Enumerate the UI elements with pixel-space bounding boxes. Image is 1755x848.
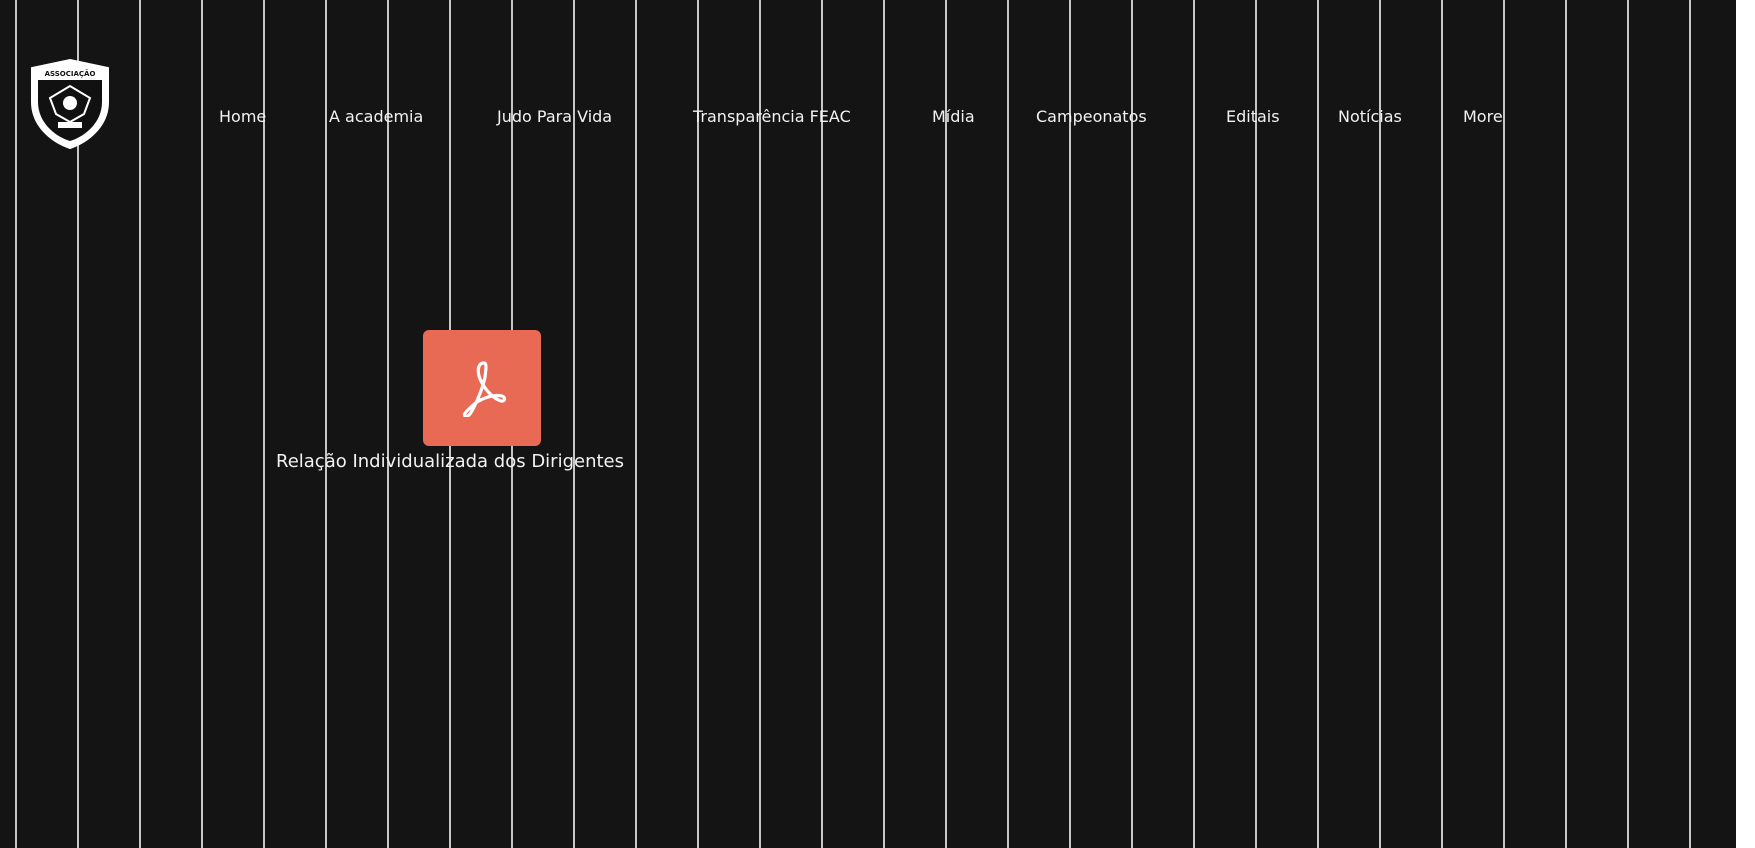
nav-item-judo-para-vida[interactable]: Judo Para Vida [497,104,612,130]
nav-item-editais[interactable]: Editais [1226,104,1280,130]
nav-item-more[interactable]: More [1463,104,1503,130]
pdf-download-button[interactable] [423,330,541,446]
pdf-document-link[interactable]: Relação Individualizada dos Dirigentes [276,449,696,475]
nav-item-midia[interactable]: Mídia [932,104,975,130]
nav-item-campeonatos[interactable]: Campeonatos [1036,104,1147,130]
nav-item-home[interactable]: Home [219,104,266,130]
pdf-icon [462,361,507,417]
page-right-margin [1736,0,1755,848]
main-navigation: Home A academia Judo Para Vida Transparê… [0,104,1736,130]
logo-text: ASSOCIAÇÃO [45,69,96,78]
nav-item-noticias[interactable]: Notícias [1338,104,1402,130]
nav-item-a-academia[interactable]: A academia [329,104,423,130]
nav-item-transparencia-feac[interactable]: Transparência FEAC [693,104,851,130]
page-background: ASSOCIAÇÃO Home A academia Judo Para Vid… [0,0,1736,848]
